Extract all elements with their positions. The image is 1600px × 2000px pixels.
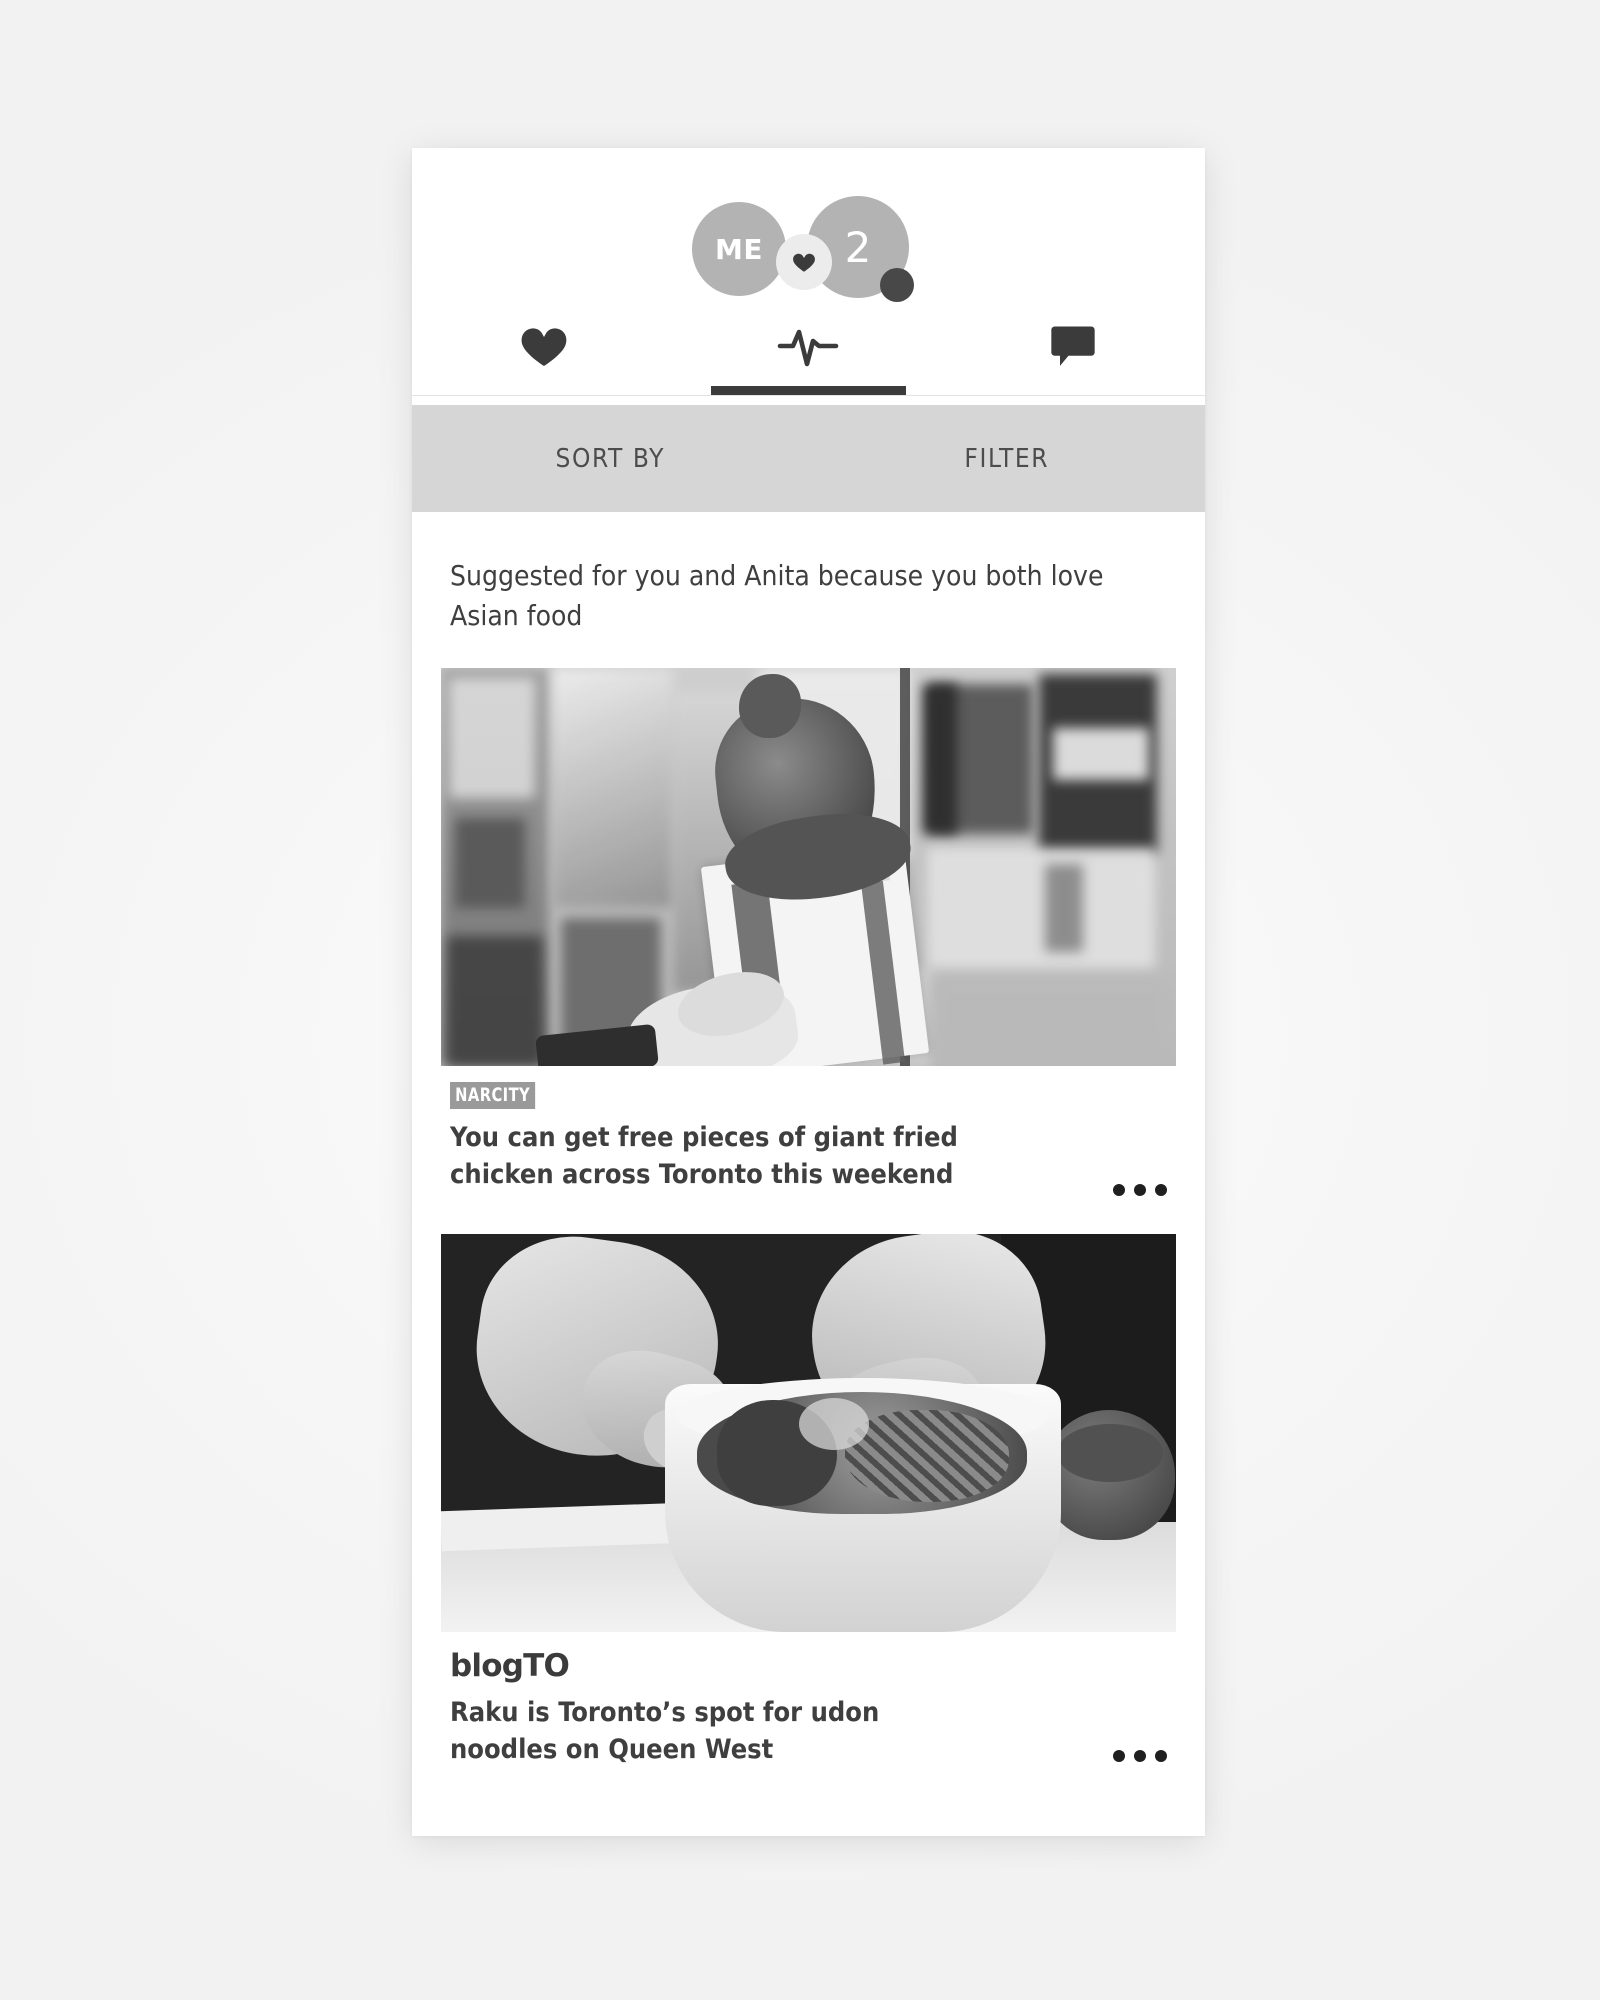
photo-fried-chicken	[441, 667, 1176, 1066]
app-header: ME 2	[412, 148, 1205, 396]
ellipsis-icon-dot-2	[1134, 1750, 1146, 1762]
feed-card-blogto[interactable]: blogTO Raku is Toronto’s spot for udon n…	[412, 1233, 1205, 1769]
card-image-chicken[interactable]	[441, 667, 1176, 1066]
header-divider	[412, 395, 1205, 396]
card-headline[interactable]: You can get free pieces of giant fried c…	[450, 1119, 995, 1194]
heart-badge	[776, 234, 832, 290]
card-headline[interactable]: Raku is Toronto’s spot for udon noodles …	[450, 1694, 995, 1769]
card-body: NARCITY You can get free pieces of giant…	[412, 1066, 1205, 1202]
photo-udon-bowl	[441, 1233, 1176, 1632]
source-logo-narcity[interactable]: NARCITY	[450, 1081, 536, 1109]
card-image-bowl[interactable]	[441, 1233, 1176, 1632]
ellipsis-icon-dot-3	[1155, 1750, 1167, 1762]
source-logo-blogto[interactable]: blogTO	[450, 1648, 570, 1684]
avatar-me[interactable]: ME	[692, 202, 786, 296]
heart-icon	[793, 253, 815, 272]
phone-screen-card: ME 2 SORT BY FILTER Suggested for you an…	[412, 148, 1205, 1836]
avatar-count-label: 2	[844, 222, 872, 272]
tab-bar	[412, 296, 1205, 396]
ellipsis-icon-dot-1	[1113, 1750, 1125, 1762]
speech-bubble-icon	[1051, 326, 1095, 366]
avatar-cluster: ME 2	[412, 196, 1205, 306]
ellipsis-icon-dot-1	[1113, 1183, 1125, 1196]
ellipsis-icon-dot-3	[1155, 1183, 1167, 1196]
tab-activity[interactable]	[676, 296, 940, 396]
heart-icon	[521, 328, 567, 366]
card-more-options-button[interactable]	[1113, 1750, 1167, 1762]
sort-by-button[interactable]: SORT BY	[412, 405, 809, 512]
suggestion-note: Suggested for you and Anita because you …	[450, 559, 1104, 632]
card-more-options-button[interactable]	[1113, 1183, 1167, 1196]
sort-filter-bar: SORT BY FILTER	[412, 405, 1205, 512]
card-body: blogTO Raku is Toronto’s spot for udon n…	[412, 1632, 1205, 1769]
avatar-me-label: ME	[715, 232, 763, 266]
filter-button[interactable]: FILTER	[809, 405, 1206, 512]
ellipsis-icon-dot-2	[1134, 1183, 1146, 1196]
pulse-icon	[778, 329, 839, 367]
online-status-dot	[880, 268, 914, 302]
feed-card-narcity[interactable]: NARCITY You can get free pieces of giant…	[412, 667, 1205, 1202]
tab-likes[interactable]	[412, 296, 676, 396]
tab-messages[interactable]	[941, 296, 1205, 396]
feed-list: Suggested for you and Anita because you …	[412, 512, 1205, 1768]
